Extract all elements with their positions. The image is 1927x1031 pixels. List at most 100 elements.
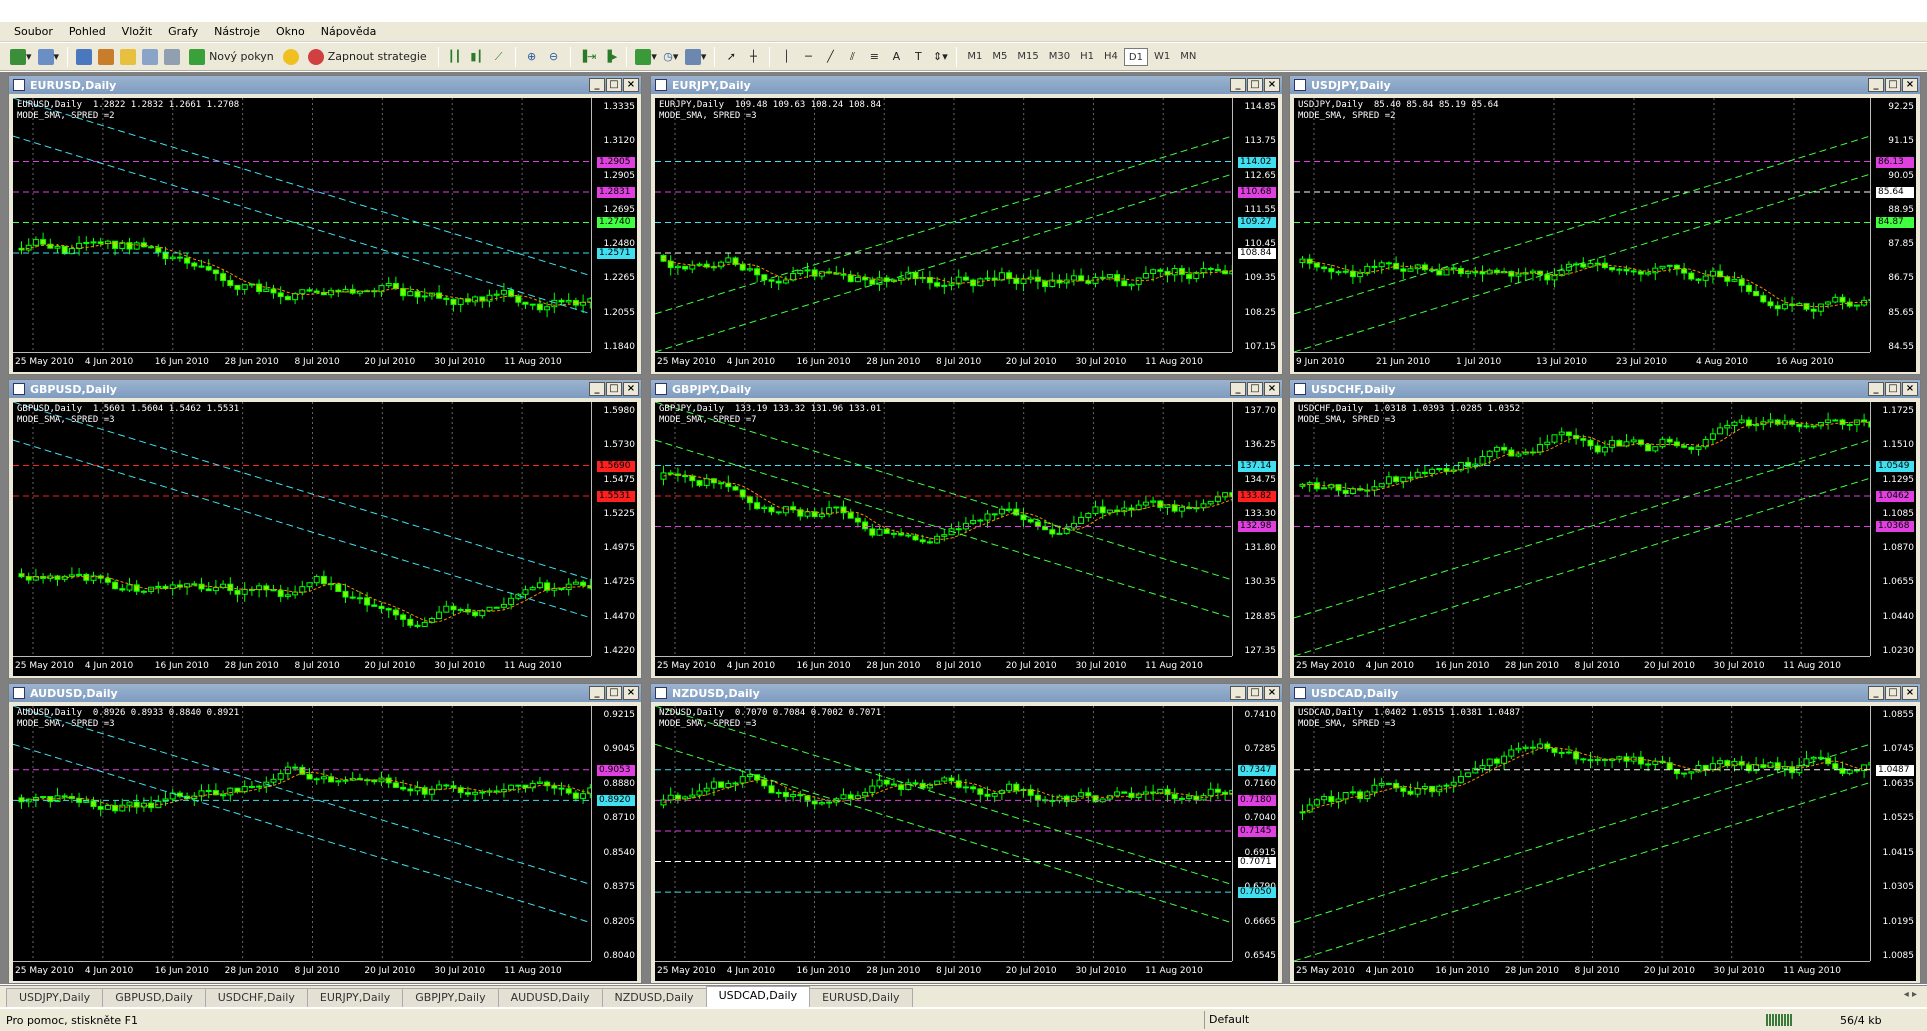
tf-m5[interactable]: M5 <box>988 48 1011 66</box>
horizontal-line-button[interactable]: ─ <box>798 46 818 68</box>
tf-m30[interactable]: M30 <box>1045 48 1074 66</box>
fibo-button[interactable]: ≡ <box>864 46 884 68</box>
chart-canvas[interactable]: AUDUSD,Daily 0.8926 0.8933 0.8840 0.8921… <box>13 706 637 981</box>
close-button[interactable]: × <box>1902 686 1918 700</box>
time-scale[interactable]: 25 May 2010 4 Jun 2010 16 Jun 2010 28 Jun 2… <box>655 961 1232 981</box>
tab-eurjpy[interactable]: EURJPY,Daily <box>306 988 404 1007</box>
chart-canvas[interactable]: GBPUSD,Daily 1.5601 1.5604 1.5462 1.5531… <box>13 402 637 676</box>
chart-window-eurjpy[interactable]: EURJPY,Daily _ □ × EURJPY,Daily 109.48 109.6… <box>650 75 1283 375</box>
chart-canvas[interactable]: EURJPY,Daily 109.48 109.63 108.24 108.84… <box>655 98 1278 372</box>
tester-button[interactable] <box>162 46 182 68</box>
chart-window-gbpusd[interactable]: GBPUSD,Daily _ □ × GBPUSD,Daily 1.5601 1.560… <box>8 379 642 679</box>
chart-window-title-bar[interactable]: NZDUSD,Daily _ □ × <box>651 684 1282 702</box>
tab-audusd[interactable]: AUDUSD,Daily <box>497 988 603 1007</box>
zoom-out-button[interactable]: ⊖ <box>544 46 564 68</box>
tab-nzdusd[interactable]: NZDUSD,Daily <box>601 988 707 1007</box>
tf-d1[interactable]: D1 <box>1123 47 1148 66</box>
time-scale[interactable]: 25 May 2010 4 Jun 2010 16 Jun 2010 28 Jun 2… <box>13 961 591 981</box>
chart-canvas[interactable]: USDCAD,Daily 1.0402 1.0515 1.0381 1.0487… <box>1294 706 1916 981</box>
tab-scroll-arrows[interactable]: ◂ ▸ <box>1904 989 1917 1000</box>
tab-gbpusd[interactable]: GBPUSD,Daily <box>102 988 206 1007</box>
market-watch-button[interactable] <box>74 46 94 68</box>
navigator-button[interactable] <box>118 46 138 68</box>
chart-window-title-bar[interactable]: USDCHF,Daily _ □ × <box>1290 380 1920 398</box>
menu-grafy[interactable]: Grafy <box>160 22 206 42</box>
autotrading-button[interactable]: Zapnout strategie <box>303 46 432 68</box>
chart-canvas[interactable]: USDJPY,Daily 85.40 85.84 85.19 85.64 MODE… <box>1294 98 1916 372</box>
tf-w1[interactable]: W1 <box>1150 48 1174 66</box>
chart-window-nzdusd[interactable]: NZDUSD,Daily _ □ × NZDUSD,Daily 0.7070 0.708… <box>650 683 1283 984</box>
chart-window-title-bar[interactable]: AUDUSD,Daily _ □ × <box>9 684 641 702</box>
channel-button[interactable]: ⫽ <box>842 46 862 68</box>
label-button[interactable]: T <box>908 46 928 68</box>
chart-window-audusd[interactable]: AUDUSD,Daily _ □ × AUDUSD,Daily 0.8926 0.893… <box>8 683 642 984</box>
price-scale[interactable]: 0.74100.72850.71600.70400.69150.67900.66… <box>1232 706 1278 961</box>
price-scale[interactable]: 1.5980 1.5730 1.5475 1.5225 1.4975 1.4725 1.44… <box>591 402 637 656</box>
time-scale[interactable]: 9 Jun 2010 21 Jun 2010 1 Jul 2010 13 Jul 20… <box>1294 352 1870 372</box>
maximize-button[interactable]: □ <box>1885 78 1901 92</box>
price-scale[interactable]: 1.1725 1.1510 1.1295 1.1085 1.0870 1.0655 1.04… <box>1870 402 1916 656</box>
tf-m1[interactable]: M1 <box>963 48 986 66</box>
chart-window-title-bar[interactable]: USDJPY,Daily _ □ × <box>1290 76 1920 94</box>
time-scale[interactable]: 25 May 2010 4 Jun 2010 16 Jun 2010 28 Jun 2… <box>655 352 1232 372</box>
maximize-button[interactable]: □ <box>606 78 622 92</box>
price-scale[interactable]: 137.70 136.25 134.75 133.30 131.80 130.35 128.… <box>1232 402 1278 656</box>
price-scale[interactable]: 114.85 113.75 112.65 111.55 110.45 109.35 108.… <box>1232 98 1278 352</box>
minimize-button[interactable]: _ <box>1230 686 1246 700</box>
chart-canvas[interactable]: USDCHF,Daily 1.0318 1.0393 1.0285 1.0352… <box>1294 402 1916 676</box>
new-chart-button[interactable]: ▾ <box>8 46 34 68</box>
tf-h4[interactable]: H4 <box>1100 48 1122 66</box>
minimize-button[interactable]: _ <box>589 382 605 396</box>
chart-window-usdcad[interactable]: USDCAD,Daily _ □ × USDCAD,Daily 1.0402 1.051… <box>1289 683 1921 984</box>
text-button[interactable]: A <box>886 46 906 68</box>
data-window-button[interactable] <box>96 46 116 68</box>
tab-usdcad[interactable]: USDCAD,Daily <box>705 986 811 1007</box>
minimize-button[interactable]: _ <box>589 686 605 700</box>
menu-soubor[interactable]: Soubor <box>6 22 61 42</box>
chart-window-title-bar[interactable]: GBPUSD,Daily _ □ × <box>9 380 641 398</box>
chart-window-usdchf[interactable]: USDCHF,Daily _ □ × USDCHF,Daily 1.0318 1.039… <box>1289 379 1921 679</box>
close-button[interactable]: × <box>623 382 639 396</box>
minimize-button[interactable]: _ <box>589 78 605 92</box>
chart-shift-button[interactable]: ▐▸ <box>600 46 620 68</box>
close-button[interactable]: × <box>623 78 639 92</box>
close-button[interactable]: × <box>623 686 639 700</box>
maximize-button[interactable]: □ <box>1247 78 1263 92</box>
templates-button[interactable]: ▾ <box>683 46 709 68</box>
chart-window-usdjpy[interactable]: USDJPY,Daily _ □ × USDJPY,Daily 85.40 85.84 … <box>1289 75 1921 375</box>
metaeditor-button[interactable] <box>281 46 301 68</box>
time-scale[interactable]: 25 May 2010 4 Jun 2010 16 Jun 2010 28 Jun 2… <box>13 352 591 372</box>
chart-canvas[interactable]: GBPJPY,Daily 133.19 133.32 131.96 133.01… <box>655 402 1278 676</box>
menu-okno[interactable]: Okno <box>268 22 313 42</box>
maximize-button[interactable]: □ <box>1247 382 1263 396</box>
price-scale[interactable]: 0.9215 0.9045 0.8880 0.8710 0.8540 0.8375 0.82… <box>591 706 637 961</box>
tab-usdchf[interactable]: USDCHF,Daily <box>204 988 308 1007</box>
close-button[interactable]: × <box>1264 686 1280 700</box>
arrows-button[interactable]: ⇕▾ <box>930 46 950 68</box>
new-order-button[interactable]: Nový pokyn <box>184 46 279 68</box>
tab-gbpjpy[interactable]: GBPJPY,Daily <box>402 988 499 1007</box>
tf-mn[interactable]: MN <box>1176 48 1200 66</box>
minimize-button[interactable]: _ <box>1230 382 1246 396</box>
menu-pohled[interactable]: Pohled <box>61 22 114 42</box>
maximize-button[interactable]: □ <box>1885 686 1901 700</box>
minimize-button[interactable]: _ <box>1868 686 1884 700</box>
chart-canvas[interactable]: EURUSD,Daily 1.2822 1.2832 1.2661 1.2708… <box>13 98 637 372</box>
menu-vlozit[interactable]: Vložit <box>114 22 160 42</box>
cursor-button[interactable]: ➚ <box>721 46 741 68</box>
close-button[interactable]: × <box>1902 382 1918 396</box>
chart-window-gbpjpy[interactable]: GBPJPY,Daily _ □ × GBPJPY,Daily 133.19 133.3… <box>650 379 1283 679</box>
price-scale[interactable]: 1.0855 1.0745 1.0635 1.0525 1.0415 1.0305 1.01… <box>1870 706 1916 961</box>
time-scale[interactable]: 25 May 2010 4 Jun 2010 16 Jun 2010 28 Jun 2… <box>655 656 1232 676</box>
close-button[interactable]: × <box>1264 382 1280 396</box>
terminal-button[interactable] <box>140 46 160 68</box>
time-scale[interactable]: 25 May 2010 4 Jun 2010 16 Jun 2010 28 Jun 2… <box>1294 961 1870 981</box>
bar-chart-button[interactable]: ┃┃ <box>445 46 465 68</box>
periods-button[interactable]: ◷ ▾ <box>661 46 681 68</box>
menu-nastroje[interactable]: Nástroje <box>206 22 268 42</box>
chart-window-eurusd[interactable]: EURUSD,Daily _ □ × EURUSD,Daily 1.2822 1.283… <box>8 75 642 375</box>
indicators-button[interactable]: ▾ <box>633 46 659 68</box>
minimize-button[interactable]: _ <box>1868 78 1884 92</box>
autoscroll-button[interactable]: ▐⇥ <box>577 46 599 68</box>
candle-chart-button[interactable]: ▮┃ <box>467 46 487 68</box>
